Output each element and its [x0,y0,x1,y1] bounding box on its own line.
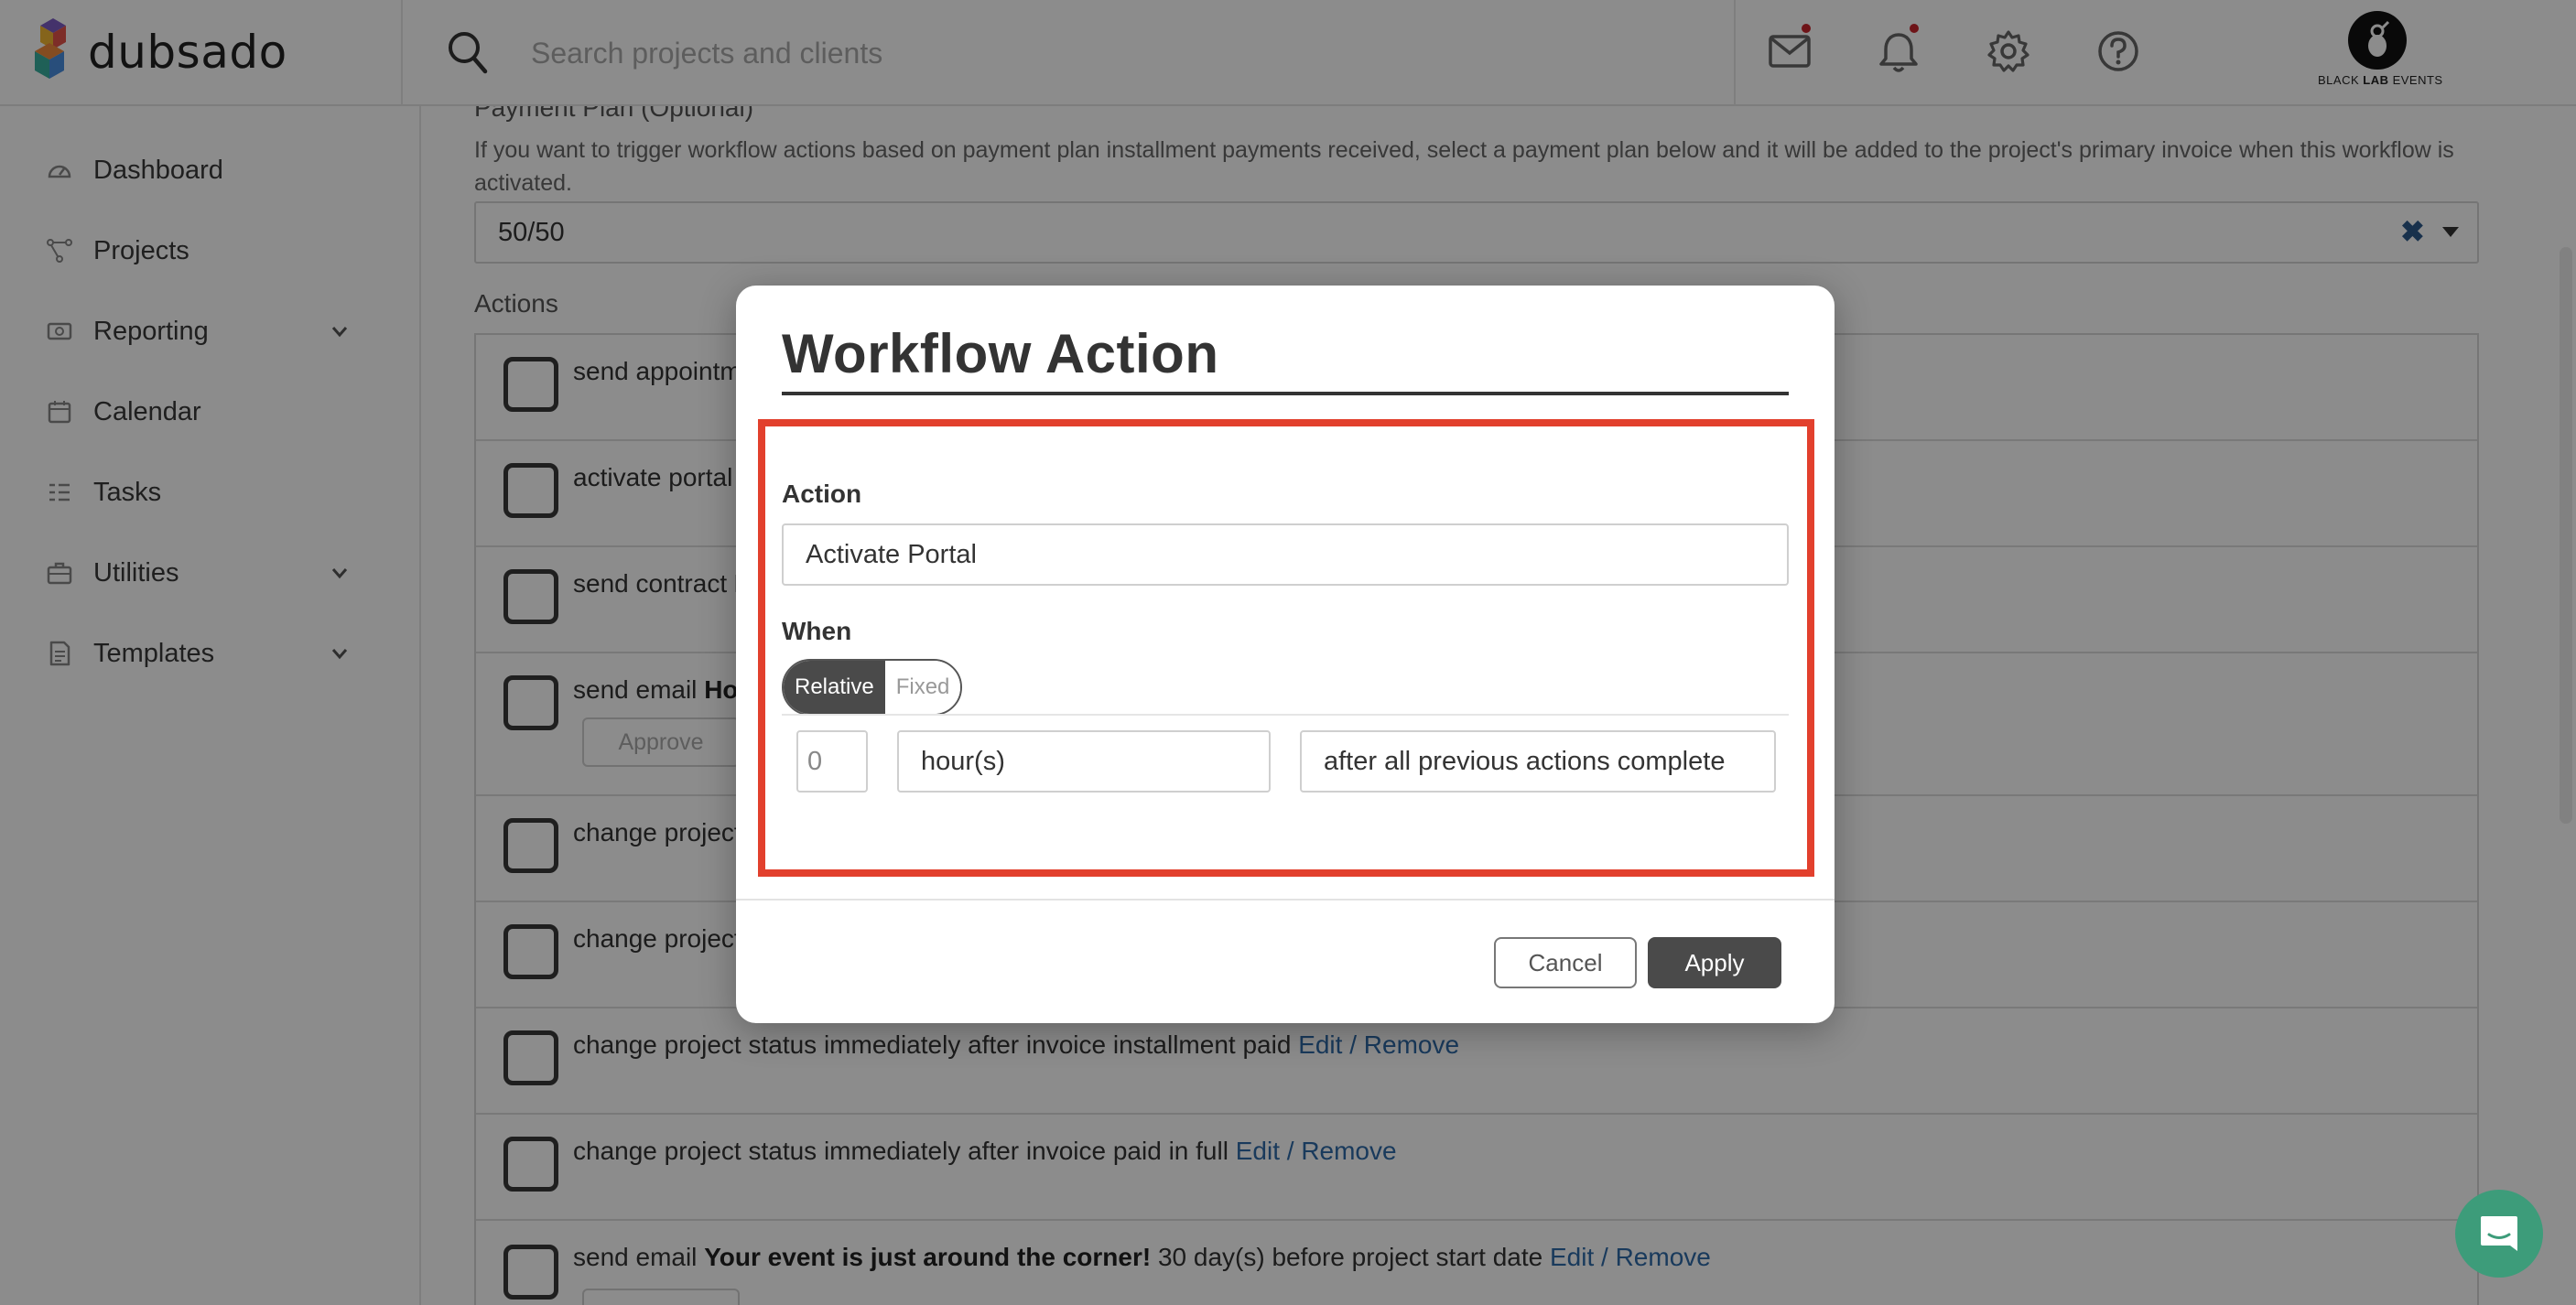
trigger-select[interactable] [1300,730,1776,793]
when-label: When [782,617,852,645]
action-label: Action [782,480,862,508]
unit-select[interactable] [897,730,1271,793]
modal-title: Workflow Action [782,323,1219,384]
toggle-relative[interactable]: Relative [784,661,885,714]
chat-launcher-button[interactable] [2455,1190,2543,1278]
action-select[interactable] [782,523,1789,586]
when-divider [782,714,1789,716]
chat-icon [2481,1216,2517,1251]
modal-footer-divider [736,899,1835,901]
timing-mode-toggle: Relative Fixed [782,659,963,716]
amount-input[interactable] [796,730,868,793]
toggle-fixed[interactable]: Fixed [884,661,961,714]
highlight-box [758,419,1814,877]
title-underline [782,392,1789,395]
apply-button[interactable]: Apply [1648,937,1781,988]
workflow-action-modal: Workflow Action Action When Relative Fix… [736,286,1835,1023]
cancel-button[interactable]: Cancel [1494,937,1637,988]
page-scrollbar[interactable] [2560,247,2572,824]
